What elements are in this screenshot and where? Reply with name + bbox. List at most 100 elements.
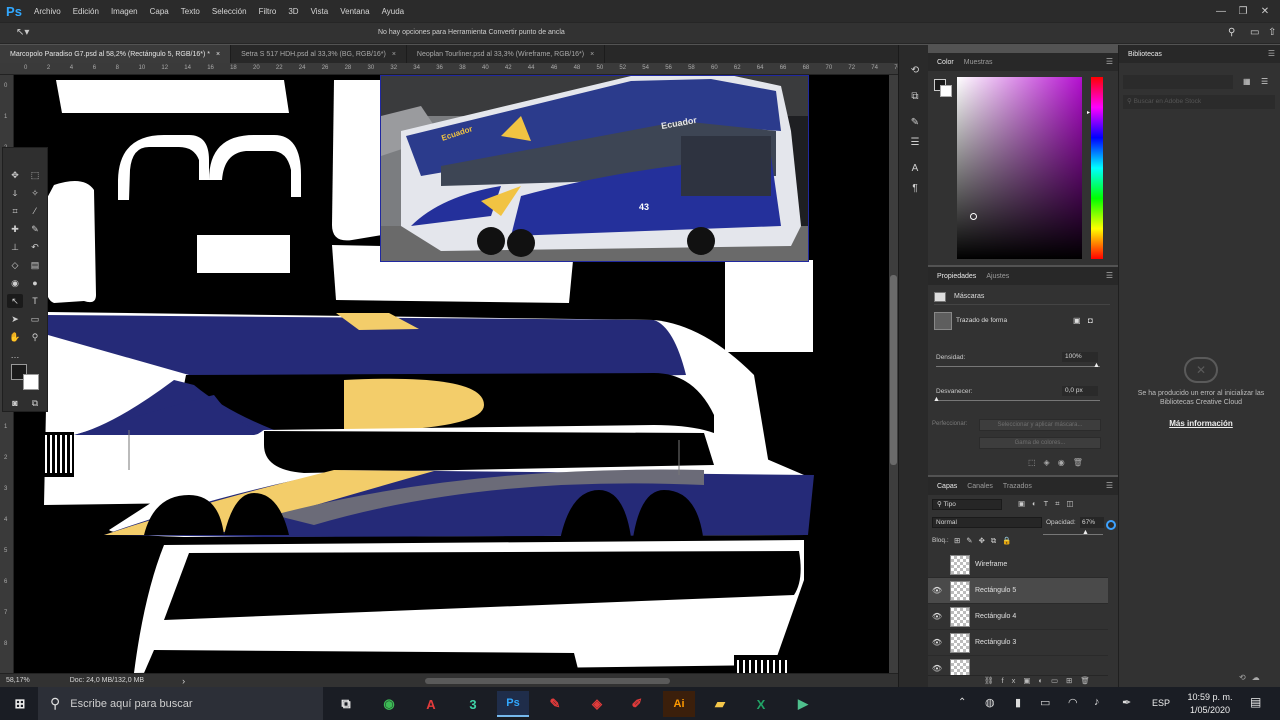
volume-icon[interactable]: ♪ [1094,696,1100,708]
tab-color[interactable]: Color [932,53,959,71]
menu-ventana[interactable]: Ventana [334,7,375,16]
tab-canales[interactable]: Canales [962,477,998,495]
color-field[interactable] [957,77,1082,259]
pen-icon[interactable]: ✒ [1122,696,1131,709]
menu-archivo[interactable]: Archivo [28,7,67,16]
battery-icon[interactable]: ▭ [1040,696,1050,709]
panel-menu-icon[interactable]: ☰ [1106,271,1113,280]
layer-row[interactable]: Wireframe [928,552,1108,578]
color-range-button[interactable]: Gama de colores... [979,437,1101,449]
layer-row[interactable]: 👁 Rectángulo 5 [928,578,1108,604]
task-view-icon[interactable]: ⧉ [330,691,362,717]
type-tool-icon[interactable]: T [27,294,43,308]
paragraph-panel-icon[interactable]: ¶ [908,181,922,195]
tab-trazados[interactable]: Trazados [998,477,1037,495]
brush-tool-icon[interactable]: ✎ [27,222,43,236]
opacity-slider[interactable] [1043,534,1103,535]
close-tab-icon[interactable]: × [216,51,220,58]
select-and-mask-button[interactable]: Seleccionar y aplicar máscara... [979,419,1101,431]
menu-vista[interactable]: Vista [305,7,335,16]
app-icon[interactable]: ▶ [787,691,819,717]
photoshop-taskbar-icon[interactable]: Ps [497,691,529,717]
grid-view-icon[interactable]: ▦ [1243,77,1251,86]
density-slider[interactable] [936,366,1100,367]
panel-menu-icon[interactable]: ☰ [1106,481,1113,490]
eye-icon[interactable]: 👁 [928,586,946,595]
close-tab-icon[interactable]: × [392,51,396,58]
convert-anchor-tool-icon[interactable]: ↖▾ [16,27,29,38]
tab-marcopolo[interactable]: Marcopolo Paradiso G7.psd al 58,2% (Rect… [0,45,232,63]
input-language[interactable]: ESP [1152,698,1170,708]
layer-filter-select[interactable]: ⚲ Tipo [932,499,1002,510]
history-panel-icon[interactable]: ⟲ [908,63,922,77]
document-canvas[interactable]: Ecuador Ecuador 43 [14,75,889,673]
mask-actions-icons[interactable]: ⬚◈◉🗑 [1028,458,1091,467]
bg-color-chip[interactable] [940,85,952,97]
feather-value[interactable]: 0,0 px [1062,386,1098,396]
move-tool-icon[interactable]: ✥ [7,168,23,182]
eye-icon[interactable]: 👁 [928,638,946,647]
dodge-tool-icon[interactable]: ● [27,276,43,290]
clone-stamp-icon[interactable]: ⊥ [7,240,23,254]
windows-start-icon[interactable]: ⊞ [4,691,36,717]
horizontal-scroll-thumb[interactable] [425,678,670,684]
feather-slider[interactable] [936,400,1100,401]
eye-icon[interactable]: 👁 [928,612,946,621]
eye-icon[interactable]: 👁 [928,664,946,673]
lock-icons[interactable]: ⊞✎✥⧉🔒 [954,536,1018,546]
history-brush-icon[interactable]: ↶ [27,240,43,254]
vertical-scrollbar[interactable] [889,75,898,673]
tab-capas[interactable]: Capas [932,477,962,495]
add-pixel-mask-icon[interactable]: ▣ [1073,316,1081,325]
more-info-link[interactable]: Más información [1127,419,1275,428]
menu-ayuda[interactable]: Ayuda [376,7,411,16]
menu-filtro[interactable]: Filtro [253,7,283,16]
workspace-icon[interactable]: ▭ [1250,27,1259,38]
blend-mode-select[interactable]: Normal [932,517,1042,528]
show-hidden-icons[interactable]: ⌃ [958,697,966,708]
scroll-thumb[interactable] [890,275,897,465]
menu-3d[interactable]: 3D [282,7,304,16]
search-icon[interactable]: ⚲ [1228,27,1235,38]
3d-app-icon[interactable]: 3 [457,691,489,717]
vpn-icon[interactable]: ◍ [985,696,995,709]
layer-comps-icon[interactable]: ⧉ [908,89,922,103]
panel-menu-icon[interactable]: ☰ [1268,49,1275,58]
blur-tool-icon[interactable]: ◉ [7,276,23,290]
pdf-editor-icon[interactable]: ✐ [621,691,653,717]
menu-capa[interactable]: Capa [144,7,175,16]
eyedropper-icon[interactable]: ⁄ [27,204,43,218]
tab-setra[interactable]: Setra S 517 HDH.psd al 33,3% (BG, RGB/16… [231,45,407,63]
rectangle-tool-icon[interactable]: ▭ [27,312,43,326]
path-selection-icon[interactable]: ➤ [7,312,23,326]
sketchup-icon[interactable]: ◈ [581,691,613,717]
tab-bibliotecas[interactable]: Bibliotecas [1123,45,1167,63]
tab-neoplan[interactable]: Neoplan Tourliner.psd al 33,3% (Wirefram… [407,45,606,63]
menu-imagen[interactable]: Imagen [105,7,144,16]
minimize-icon[interactable]: — [1210,0,1232,22]
pdf-icon[interactable]: ✎ [539,691,571,717]
share-icon[interactable]: ⇧ [1268,27,1276,38]
filter-kind-icons[interactable]: ▣◐T⌗◫ [1018,499,1081,509]
opacity-value[interactable]: 67% [1080,517,1104,528]
hue-slider[interactable] [1091,77,1103,259]
quick-mask-icon[interactable]: ◙ [7,396,23,410]
feather-slider-handle[interactable]: ▲ [933,396,940,403]
zoom-tool-icon[interactable]: ⚲ [27,330,43,344]
close-icon[interactable]: ✕ [1254,0,1276,22]
restore-icon[interactable]: ❐ [1232,0,1254,22]
screen-mode-icon[interactable]: ⧉ [27,396,43,410]
layer-actions-bar[interactable]: ⛓fx▣◐▭⊞🗑 [928,675,1108,687]
tab-propiedades[interactable]: Propiedades [932,267,981,285]
color-picker-ring[interactable] [970,213,977,220]
brushes-panel-icon[interactable]: ✎ [908,115,922,129]
status-arrow-icon[interactable]: › [182,676,185,686]
vector-mask-thumb[interactable] [934,312,952,330]
density-slider-handle[interactable]: ▲ [1093,362,1100,369]
panel-menu-icon[interactable]: ☰ [1106,57,1113,66]
pen-tool-icon[interactable]: ↖ [7,294,23,308]
healing-brush-icon[interactable]: ✚ [7,222,23,236]
background-color-swatch[interactable] [23,374,39,390]
wifi-icon[interactable]: ◠ [1068,696,1078,709]
clock[interactable]: 10:59 p. m. 1/05/2020 [1180,691,1240,717]
